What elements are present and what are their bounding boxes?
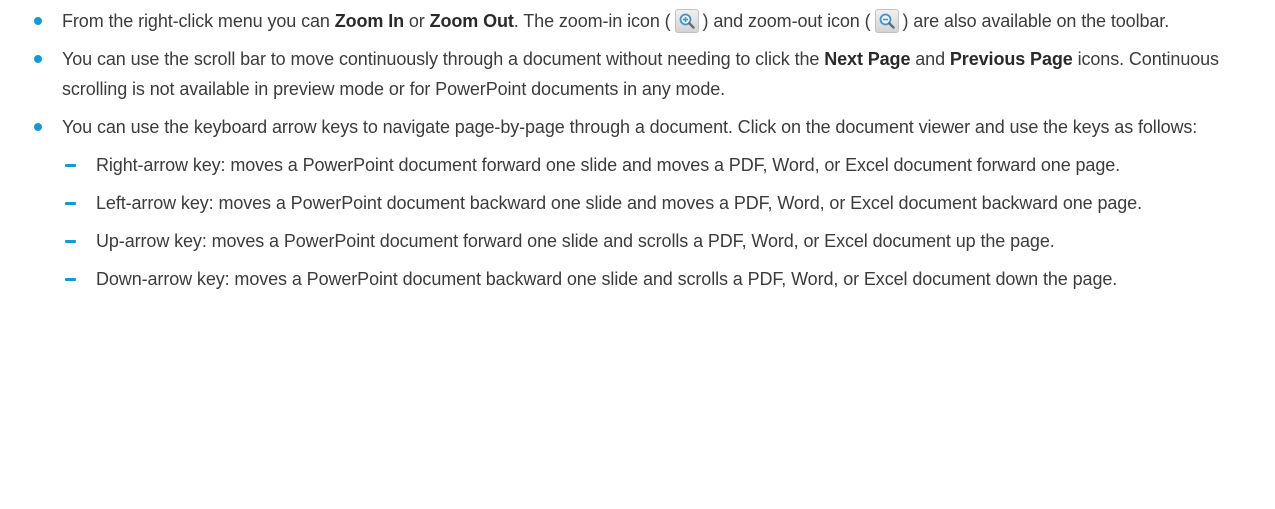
bullet-marker (34, 123, 42, 131)
sub-item-text: Up-arrow key: moves a PowerPoint documen… (96, 231, 1055, 251)
bold-term: Zoom Out (429, 11, 514, 31)
sub-item-text: Left-arrow key: moves a PowerPoint docum… (96, 193, 1142, 213)
zoom-out-icon (874, 9, 899, 33)
sub-item-text: Right-arrow key: moves a PowerPoint docu… (96, 155, 1121, 175)
text-run: You can use the scroll bar to move conti… (62, 49, 825, 69)
sub-list-item: Up-arrow key: moves a PowerPoint documen… (62, 226, 1247, 256)
text-run: From the right-click menu you can (62, 11, 335, 31)
text-run: You can use the keyboard arrow keys to n… (62, 117, 1198, 137)
sub-list: Right-arrow key: moves a PowerPoint docu… (62, 150, 1247, 294)
bullet-marker (34, 55, 42, 63)
text-run: ) are also available on the toolbar. (902, 11, 1170, 31)
text-run: and (910, 49, 950, 69)
sub-item-text: Down-arrow key: moves a PowerPoint docum… (96, 269, 1118, 289)
bullet-text: From the right-click menu you can Zoom I… (62, 6, 1247, 36)
sub-list-item: Right-arrow key: moves a PowerPoint docu… (62, 150, 1247, 180)
text-run: ) and zoom-out icon ( (702, 11, 871, 31)
bullet-text: You can use the scroll bar to move conti… (62, 44, 1247, 104)
bullet-marker (34, 17, 42, 25)
text-run: or (404, 11, 430, 31)
bullet-text: You can use the keyboard arrow keys to n… (62, 112, 1247, 142)
document-page: From the right-click menu you can Zoom I… (0, 6, 1275, 509)
bold-term: Zoom In (334, 11, 404, 31)
dash-marker (65, 164, 76, 167)
text-run: . The zoom-in icon ( (513, 11, 671, 31)
dash-marker (65, 278, 76, 281)
bold-term: Previous Page (949, 49, 1073, 69)
bullet-list: From the right-click menu you can Zoom I… (0, 6, 1275, 294)
dash-marker (65, 202, 76, 205)
bold-term: Next Page (824, 49, 911, 69)
bullet-item: You can use the keyboard arrow keys to n… (0, 112, 1275, 294)
zoom-in-icon (674, 9, 699, 33)
sub-list-item: Down-arrow key: moves a PowerPoint docum… (62, 264, 1247, 294)
bullet-item: You can use the scroll bar to move conti… (0, 44, 1275, 104)
bullet-item: From the right-click menu you can Zoom I… (0, 6, 1275, 36)
sub-list-item: Left-arrow key: moves a PowerPoint docum… (62, 188, 1247, 218)
dash-marker (65, 240, 76, 243)
